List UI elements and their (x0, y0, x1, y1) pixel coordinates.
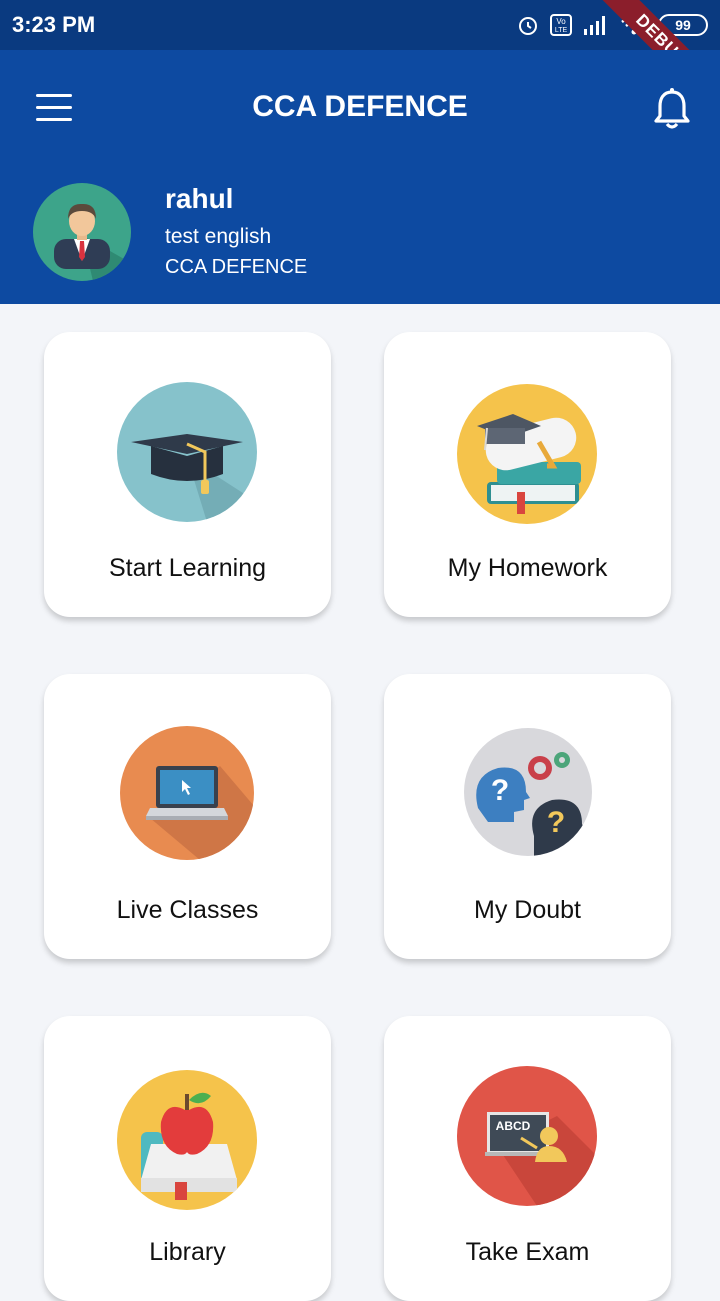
live-classes-card[interactable]: Live Classes (44, 674, 331, 959)
question-heads-icon: ? ? (464, 728, 592, 856)
app-title: CCA DEFENCE (252, 90, 468, 123)
take-exam-card[interactable]: ABCD Take Exam (384, 1016, 671, 1301)
signal-icon (584, 16, 605, 35)
take-exam-label: Take Exam (465, 1238, 590, 1266)
my-homework-card[interactable]: My Homework (384, 332, 671, 617)
graduation-cap-icon (117, 382, 257, 522)
svg-text:?: ? (547, 806, 565, 839)
avatar[interactable] (33, 183, 131, 281)
teacher-board-icon: ABCD (457, 1066, 597, 1206)
status-icons: Vo LTE 99 (516, 11, 708, 39)
board-text: ABCD (496, 1119, 531, 1133)
apple-book-icon (117, 1070, 257, 1210)
user-avatar-icon (54, 203, 131, 281)
volte-icon: Vo LTE (550, 14, 572, 36)
homework-books-icon (457, 384, 597, 524)
start-learning-card[interactable]: Start Learning (44, 332, 331, 617)
svg-text:LTE: LTE (555, 27, 568, 34)
user-course: test english (165, 225, 272, 248)
bell-icon[interactable] (652, 86, 692, 130)
live-classes-label: Live Classes (116, 896, 259, 924)
start-learning-label: Start Learning (108, 554, 267, 582)
user-organization: CCA DEFENCE (165, 256, 308, 278)
laptop-icon (120, 726, 254, 860)
library-card[interactable]: Library (44, 1016, 331, 1301)
my-homework-label: My Homework (447, 554, 608, 582)
user-name: rahul (165, 183, 234, 214)
battery-level: 99 (675, 17, 691, 33)
svg-text:?: ? (491, 774, 509, 807)
svg-text:Vo: Vo (556, 17, 566, 26)
status-time: 3:23 PM (12, 12, 96, 37)
app-header: CCA DEFENCE rahul test english CCA DEFEN… (0, 50, 720, 304)
my-doubt-label: My Doubt (474, 896, 581, 924)
library-label: Library (149, 1238, 226, 1266)
alarm-icon (519, 17, 537, 35)
my-doubt-card[interactable]: ? ? My Doubt (384, 674, 671, 959)
